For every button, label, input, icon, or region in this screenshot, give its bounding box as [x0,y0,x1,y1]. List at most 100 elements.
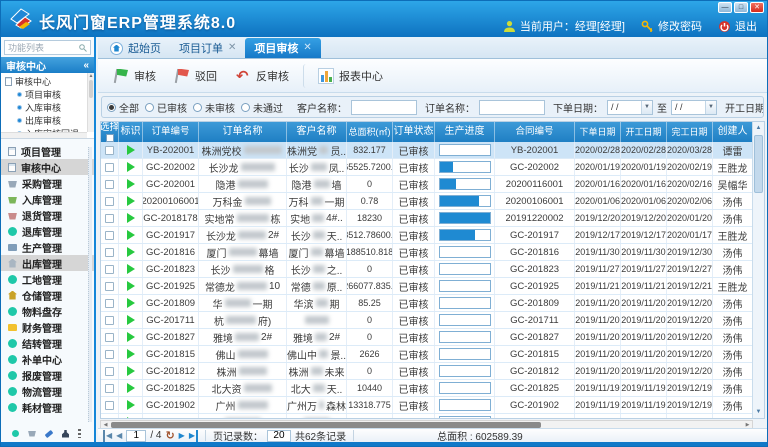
row-checkbox[interactable] [105,214,114,223]
column-creator[interactable]: 创建人 [713,122,752,142]
order-date-to-input[interactable]: / /▼ [671,100,717,115]
table-row[interactable]: GC-201815 佛山 佛山中景.. 2626 已审核 GC-201815 2… [101,346,752,363]
column-order-id[interactable]: 订单编号 [143,122,199,142]
tree-item[interactable]: 项目审核 [5,88,86,101]
sidebar-scrollbar[interactable] [88,147,92,422]
table-row[interactable]: GC-2019.. 已审核 2019/11/.. 2019/11/.. 2019… [101,414,752,418]
minimize-button[interactable]: — [718,2,732,13]
row-checkbox[interactable] [105,146,114,155]
next-page-button[interactable]: ▶ [179,430,185,442]
row-checkbox[interactable] [105,418,114,419]
table-row[interactable]: GC-201917 长沙龙2# 长沙天.. 8512.78600.. 已审核 G… [101,227,752,244]
row-checkbox[interactable] [105,299,114,308]
tree-horizontal-scrollbar[interactable] [1,132,87,138]
sidebar-module[interactable]: 耗材管理 [1,399,94,415]
column-customer[interactable]: 客户名称 [287,122,347,142]
row-checkbox[interactable] [105,316,114,325]
status-dot-icon[interactable] [12,430,19,437]
row-checkbox[interactable] [105,401,114,410]
table-row[interactable]: GC-201925 常德龙10 常德原.. 266077.835.. 已审核 G… [101,278,752,295]
sidebar-module[interactable]: 报废管理 [1,367,94,383]
prev-page-button[interactable]: ◀ [116,430,122,442]
table-row[interactable]: GC-202002 长沙龙 长沙凤.. 65525.7200.. 已审核 GC-… [101,159,752,176]
column-finish-date[interactable]: 完工日期 [667,122,713,142]
tab[interactable]: 项目审核 ✕ [245,38,320,58]
cart-icon[interactable] [28,431,36,437]
page-size-input[interactable] [267,430,291,442]
row-checkbox[interactable] [105,384,114,393]
user-small-icon[interactable] [62,430,69,438]
select-all-checkbox[interactable] [106,134,114,142]
table-row[interactable]: GC-201825 北大资 北大天.. 10440 已审核 GC-201825 … [101,380,752,397]
tree-item[interactable]: 出库审核 [5,114,86,127]
toolbar-button[interactable]: 审核 [104,64,165,88]
last-page-button[interactable]: ▶ [189,430,198,442]
table-row[interactable]: GC-202001 隐港 隐港墙 0 已审核 20200116001 2020/… [101,176,752,193]
tab-close-icon[interactable]: ✕ [303,43,311,53]
chevron-down-icon[interactable]: ▼ [641,101,652,114]
function-search-input[interactable]: 功能列表 [4,40,91,55]
sidebar-module[interactable]: 仓储管理 [1,287,94,303]
table-row[interactable]: YB-202001 株洲党校 株洲党员.. 832.177 已审核 YB-202… [101,142,752,159]
column-area[interactable]: 总面积(㎡) [347,122,393,142]
column-progress[interactable]: 生产进度 [435,122,495,142]
scroll-down-icon[interactable]: ▼ [753,406,764,418]
table-row[interactable]: GC-201809 华一期 华滨期 85.25 已审核 GC-201809 20… [101,295,752,312]
column-contract[interactable]: 合同编号 [495,122,575,142]
collapse-icon[interactable]: « [83,60,89,71]
row-checkbox[interactable] [105,248,114,257]
column-status[interactable]: 订单状态 [393,122,435,142]
row-checkbox[interactable] [105,367,114,376]
table-row[interactable]: GC-2018178 实地常栋 实地4#.. 18230 已审核 2019122… [101,210,752,227]
sidebar-module[interactable]: 审核中心 [1,159,94,175]
sidebar-module[interactable]: 补单中心 [1,351,94,367]
toolbar-button[interactable]: 反审核 [226,64,298,88]
status-filter-radio[interactable]: 已审核 [145,100,187,115]
sidebar-module[interactable]: 结转管理 [1,335,94,351]
row-checkbox[interactable] [105,231,114,240]
tree-vertical-scrollbar[interactable]: ▲ [87,73,94,132]
sidebar-module[interactable]: 出库管理 [1,255,94,271]
table-row[interactable]: GC-201823 长沙格 长沙之.. 0 已审核 GC-201823 2019… [101,261,752,278]
sidebar-module[interactable]: 物流管理 [1,383,94,399]
sidebar-panel-header[interactable]: 审核中心 « [1,57,94,73]
tab[interactable]: 起始页 ✕ [101,38,170,58]
status-filter-radio[interactable]: 全部 [107,100,139,115]
first-page-button[interactable]: ◀ [103,430,112,442]
table-row[interactable]: GC-201827 雅境2# 雅境2# 0 已审核 GC-201827 2019… [101,329,752,346]
tree-item[interactable]: 入库审核 [5,101,86,114]
sidebar-module[interactable]: 项目管理 [1,143,94,159]
maximize-button[interactable]: □ [734,2,748,13]
more-icon[interactable] [78,429,81,438]
table-row[interactable]: GC-201711 杭府) 0 已审核 GC-201711 2019/11/20… [101,312,752,329]
sidebar-module[interactable]: 物料盘存 [1,303,94,319]
status-filter-radio[interactable]: 未通过 [241,100,283,115]
customer-name-input[interactable] [351,100,417,115]
sidebar-module[interactable]: 工地管理 [1,271,94,287]
row-checkbox[interactable] [105,350,114,359]
vertical-scrollbar[interactable]: ▲ ▼ [752,122,764,418]
table-row[interactable]: GC-201816 厦门幕墙 厦门幕墙 188510.818 已审核 GC-20… [101,244,752,261]
close-button[interactable]: ✕ [750,2,764,13]
sidebar-module[interactable]: 入库管理 [1,191,94,207]
row-checkbox[interactable] [105,333,114,342]
table-row[interactable]: GC-201902 广州 广州万森林 13318.775 已审核 GC-2019… [101,397,752,414]
page-number-input[interactable] [126,430,146,442]
table-row[interactable]: GC-201812 株洲 株洲未来 0 已审核 GC-201812 2019/1… [101,363,752,380]
status-filter-radio[interactable]: 未审核 [193,100,235,115]
row-checkbox[interactable] [105,282,114,291]
table-row[interactable]: 20200106001 万科金 万科一期 0.78 已审核 2020010600… [101,193,752,210]
logout-button[interactable]: 退出 [718,18,757,34]
sidebar-module[interactable]: 退货管理 [1,207,94,223]
row-checkbox[interactable] [105,163,114,172]
chevron-down-icon[interactable]: ▼ [705,101,716,114]
tab-close-icon[interactable]: ✕ [228,43,236,53]
sidebar-module[interactable]: 采购管理 [1,175,94,191]
column-start-date[interactable]: 开工日期 [621,122,667,142]
toolbar-button[interactable]: 驳回 [165,64,226,88]
column-order-name[interactable]: 订单名称 [199,122,287,142]
order-name-input[interactable] [479,100,545,115]
sidebar-module[interactable]: 退库管理 [1,223,94,239]
sidebar-module[interactable]: 生产管理 [1,239,94,255]
toolbar-button[interactable]: 报表中心 [303,64,392,88]
